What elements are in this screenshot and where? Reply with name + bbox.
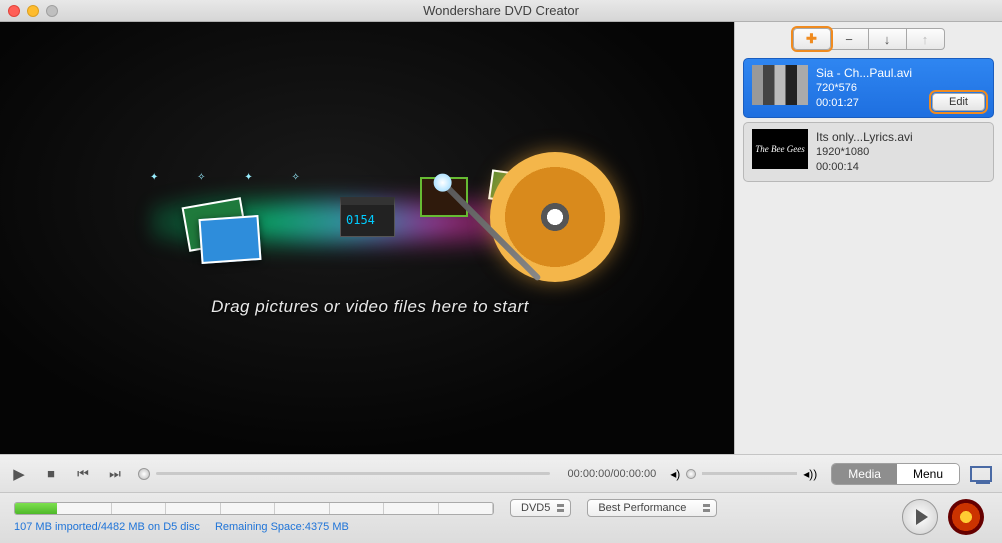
disc-icon	[490, 152, 620, 282]
edit-media-button[interactable]: Edit	[932, 93, 985, 111]
volume-low-icon: ◂)	[670, 467, 680, 481]
media-item[interactable]: The Bee Gees Its only...Lyrics.avi 1920*…	[743, 122, 994, 182]
add-media-button[interactable]: ✚	[793, 28, 831, 50]
volume-control[interactable]: ◂) ◂))	[670, 467, 817, 481]
move-down-button[interactable]: ↓	[869, 28, 907, 50]
media-thumbnail: The Bee Gees	[752, 129, 808, 169]
media-toolbar: ✚ − ↓ ↑	[743, 28, 994, 50]
media-filename: Sia - Ch...Paul.avi	[816, 65, 985, 81]
prev-button[interactable]: ⏮	[74, 466, 92, 482]
remaining-space-label: Remaining Space:4375 MB	[215, 521, 349, 533]
preview-tv-icon[interactable]	[970, 466, 992, 482]
next-button[interactable]: ⏭	[106, 466, 124, 482]
media-duration: 00:00:14	[816, 160, 985, 175]
burn-disc-button[interactable]	[948, 499, 984, 535]
quality-select[interactable]: Best Performance	[587, 499, 717, 517]
view-tabs: Media Menu	[831, 463, 960, 485]
media-thumbnail	[752, 65, 808, 105]
stop-button[interactable]: ■	[42, 466, 60, 481]
close-window-button[interactable]	[8, 5, 20, 17]
media-item[interactable]: Sia - Ch...Paul.avi 720*576 00:01:27 Edi…	[743, 58, 994, 118]
tab-menu[interactable]: Menu	[897, 464, 959, 484]
drop-hint-text: Drag pictures or video files here to sta…	[90, 297, 650, 317]
window-title: Wondershare DVD Creator	[0, 3, 1002, 18]
preview-play-button[interactable]	[902, 499, 938, 535]
capacity-meter	[14, 502, 494, 515]
imported-size-label: 107 MB imported/4482 MB on D5 disc	[14, 521, 200, 533]
media-filename: Its only...Lyrics.avi	[816, 129, 985, 145]
titlebar: Wondershare DVD Creator	[0, 0, 1002, 22]
disc-type-select[interactable]: DVD5	[510, 499, 571, 517]
timeline-slider[interactable]	[138, 468, 550, 480]
status-bar: DVD5 Best Performance 107 MB imported/44…	[0, 492, 1002, 543]
playback-controls: ▶ ■ ⏮ ⏭ 00:00:00/00:00:00 ◂) ◂)) Media M…	[0, 454, 1002, 492]
zoom-window-button[interactable]	[46, 5, 58, 17]
play-button[interactable]: ▶	[10, 465, 28, 483]
media-sidebar: ✚ − ↓ ↑ Sia - Ch...Paul.avi 720*576 00:0…	[734, 22, 1002, 454]
window-controls	[8, 5, 58, 17]
media-resolution: 1920*1080	[816, 145, 985, 160]
minimize-window-button[interactable]	[27, 5, 39, 17]
timecode-label: 00:00:00/00:00:00	[568, 468, 657, 480]
preview-drop-area[interactable]: ✦ ✧ ✦ ✧ Drag pictures or video files her…	[0, 22, 734, 454]
tab-media[interactable]: Media	[832, 464, 897, 484]
remove-media-button[interactable]: −	[831, 28, 869, 50]
move-up-button[interactable]: ↑	[907, 28, 945, 50]
drop-illustration: ✦ ✧ ✦ ✧ Drag pictures or video files her…	[90, 122, 650, 342]
volume-high-icon: ◂))	[803, 467, 817, 481]
